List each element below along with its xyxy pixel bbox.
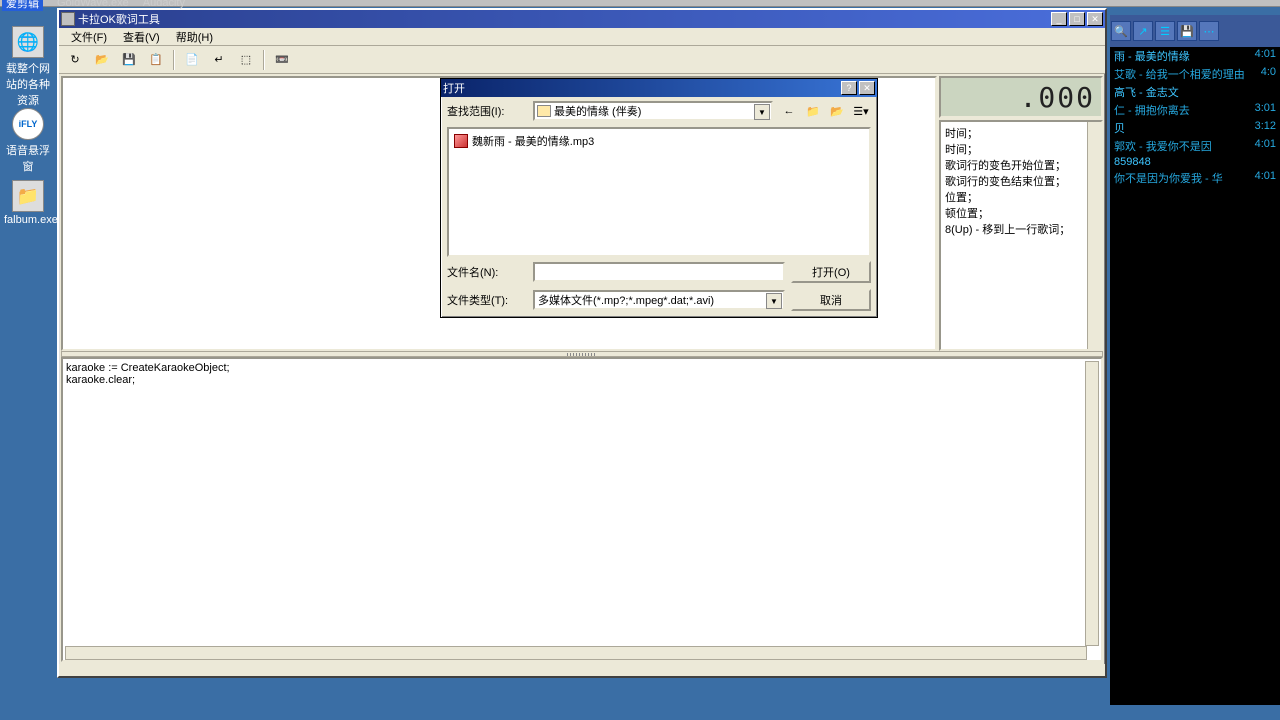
menu-view[interactable]: 查看(V): [115, 27, 168, 47]
help-line: 8(Up) - 移到上一行歌词；: [945, 222, 1097, 238]
file-name: 魏新雨 - 最美的情缘.mp3: [472, 133, 594, 149]
filename-label: 文件名(N):: [447, 264, 527, 280]
dialog-title: 打开: [443, 80, 841, 96]
help-line: 时间；: [945, 142, 1097, 158]
file-list[interactable]: 魏新雨 - 最美的情缘.mp3: [447, 127, 871, 257]
refresh-icon: ↻: [70, 53, 79, 66]
cancel-button[interactable]: 取消: [791, 289, 871, 311]
system-taskbar: 爱剪辑 GoldWave.exe Audacity: [0, 0, 1280, 7]
script-text: karaoke := CreateKaraokeObject; karaoke.…: [65, 361, 1087, 646]
taskbar-item[interactable]: 爱剪辑: [2, 0, 43, 11]
player-list-button[interactable]: ☰: [1155, 21, 1175, 41]
playlist-item[interactable]: 仁 - 拥抱你离去3:01: [1110, 101, 1280, 119]
nav-back-button[interactable]: ←: [779, 101, 799, 121]
help-line: 位置；: [945, 190, 1097, 206]
toolbar: ↻ 📂 💾 📋 📄 ↵ ⬚ 📼: [59, 46, 1105, 74]
doc-button[interactable]: 📄: [180, 48, 204, 72]
filetype-value: 多媒体文件(*.mp?;*.mpeg*.dat;*.avi): [538, 292, 714, 308]
help-line: 顿位置；: [945, 206, 1097, 222]
nav-view-button[interactable]: ☰▾: [851, 101, 871, 121]
file-item[interactable]: 魏新雨 - 最美的情缘.mp3: [452, 132, 866, 150]
open-button[interactable]: 📂: [90, 48, 114, 72]
help-line: 歌词行的变色结束位置；: [945, 174, 1097, 190]
player-save-button[interactable]: 💾: [1177, 21, 1197, 41]
dialog-close-button[interactable]: ✕: [859, 81, 875, 95]
taskbar-item[interactable]: GoldWave.exe: [57, 0, 129, 9]
lookin-value: 最美的情缘 (伴奏): [554, 103, 641, 119]
audio-file-icon: [454, 134, 468, 148]
open-confirm-button[interactable]: 打开(O): [791, 261, 871, 283]
menu-help[interactable]: 帮助(H): [168, 27, 221, 47]
chevron-down-icon[interactable]: ▼: [766, 293, 782, 309]
window-title: 卡拉OK歌词工具: [78, 11, 1051, 27]
icon-label: falbum.exe: [4, 214, 52, 226]
help-panel: 时间； 时间； 歌词行的变色开始位置； 歌词行的变色结束位置； 位置； 顿位置；…: [939, 120, 1103, 351]
app-icon: [61, 12, 75, 26]
desktop-icon-falbum[interactable]: 📁 falbum.exe: [4, 180, 52, 226]
script-panel[interactable]: karaoke := CreateKaraokeObject; karaoke.…: [61, 357, 1103, 662]
scrollbar-vertical[interactable]: [1085, 361, 1099, 646]
ifly-icon: iFLY: [12, 108, 44, 140]
player-more-button[interactable]: ⋯: [1199, 21, 1219, 41]
copy-button[interactable]: 📋: [144, 48, 168, 72]
player-search-button[interactable]: 🔍: [1111, 21, 1131, 41]
player-toolbar: 🔍 ↗ ☰ 💾 ⋯: [1110, 15, 1280, 47]
help-line: 时间；: [945, 126, 1097, 142]
return-icon: ↵: [214, 53, 223, 66]
toolbar-separator: [173, 50, 175, 70]
status-bar: [59, 664, 1105, 676]
doc-icon: 📄: [185, 53, 199, 66]
time-display: .000: [939, 76, 1103, 118]
grid-button[interactable]: ⬚: [234, 48, 258, 72]
dialog-titlebar[interactable]: 打开 ? ✕: [441, 79, 877, 97]
nav-up-button[interactable]: 📁: [803, 101, 823, 121]
icon-label: 载整个网站的各种资源: [4, 60, 52, 108]
save-icon: 💾: [122, 53, 136, 66]
playlist-item[interactable]: 你不是因为你爱我 - 华4:01: [1110, 169, 1280, 187]
close-button[interactable]: ✕: [1087, 12, 1103, 26]
lookin-label: 查找范围(I):: [447, 103, 527, 119]
desktop-icon-websiteres[interactable]: 🌐 载整个网站的各种资源: [4, 26, 52, 108]
help-line: 歌词行的变色开始位置；: [945, 158, 1097, 174]
playlist-item[interactable]: 贝3:12: [1110, 119, 1280, 137]
folder-icon: 📁: [12, 180, 44, 212]
globe-icon: 🌐: [12, 26, 44, 58]
open-dialog: 打开 ? ✕ 查找范围(I): 最美的情缘 (伴奏) ▼ ← 📁 📂 ☰▾ 魏新…: [440, 78, 878, 318]
playlist-item[interactable]: 郭欢 - 我爱你不是因4:01: [1110, 137, 1280, 155]
toolbar-separator: [263, 50, 265, 70]
playlist-item[interactable]: 859848: [1110, 155, 1280, 169]
refresh-button[interactable]: ↻: [63, 48, 87, 72]
media-icon: 📼: [275, 53, 289, 66]
chevron-down-icon[interactable]: ▼: [754, 104, 770, 120]
icon-label: 语音悬浮窗: [4, 142, 52, 174]
folder-icon: [537, 105, 551, 117]
save-button[interactable]: 💾: [117, 48, 141, 72]
playlist-item[interactable]: 雨 - 最美的情缘4:01: [1110, 47, 1280, 65]
filename-input[interactable]: [533, 262, 785, 282]
copy-icon: 📋: [149, 53, 163, 66]
maximize-button[interactable]: □: [1069, 12, 1085, 26]
playlist-item[interactable]: 高飞 - 金志文: [1110, 83, 1280, 101]
playlist[interactable]: 雨 - 最美的情缘4:01 艾歌 - 给我一个相爱的理由4:0 高飞 - 金志文…: [1110, 47, 1280, 187]
grid-icon: ⬚: [241, 53, 251, 66]
scrollbar-vertical[interactable]: [1087, 122, 1101, 349]
filetype-label: 文件类型(T):: [447, 292, 527, 308]
playlist-item[interactable]: 艾歌 - 给我一个相爱的理由4:0: [1110, 65, 1280, 83]
lookin-combo[interactable]: 最美的情缘 (伴奏) ▼: [533, 101, 773, 121]
return-button[interactable]: ↵: [207, 48, 231, 72]
menu-bar: 文件(F) 查看(V) 帮助(H): [59, 28, 1105, 46]
media-button[interactable]: 📼: [270, 48, 294, 72]
taskbar-item[interactable]: Audacity: [143, 0, 185, 9]
main-titlebar[interactable]: 卡拉OK歌词工具 _ □ ✕: [59, 10, 1105, 28]
open-icon: 📂: [95, 53, 109, 66]
player-up-button[interactable]: ↗: [1133, 21, 1153, 41]
desktop-icon-ifly[interactable]: iFLY 语音悬浮窗: [4, 108, 52, 174]
media-player-panel: 🔍 ↗ ☰ 💾 ⋯ 雨 - 最美的情缘4:01 艾歌 - 给我一个相爱的理由4:…: [1110, 15, 1280, 705]
filetype-combo[interactable]: 多媒体文件(*.mp?;*.mpeg*.dat;*.avi) ▼: [533, 290, 785, 310]
nav-newfolder-button[interactable]: 📂: [827, 101, 847, 121]
minimize-button[interactable]: _: [1051, 12, 1067, 26]
menu-file[interactable]: 文件(F): [63, 27, 115, 47]
scrollbar-horizontal[interactable]: [65, 646, 1087, 660]
help-button[interactable]: ?: [841, 81, 857, 95]
